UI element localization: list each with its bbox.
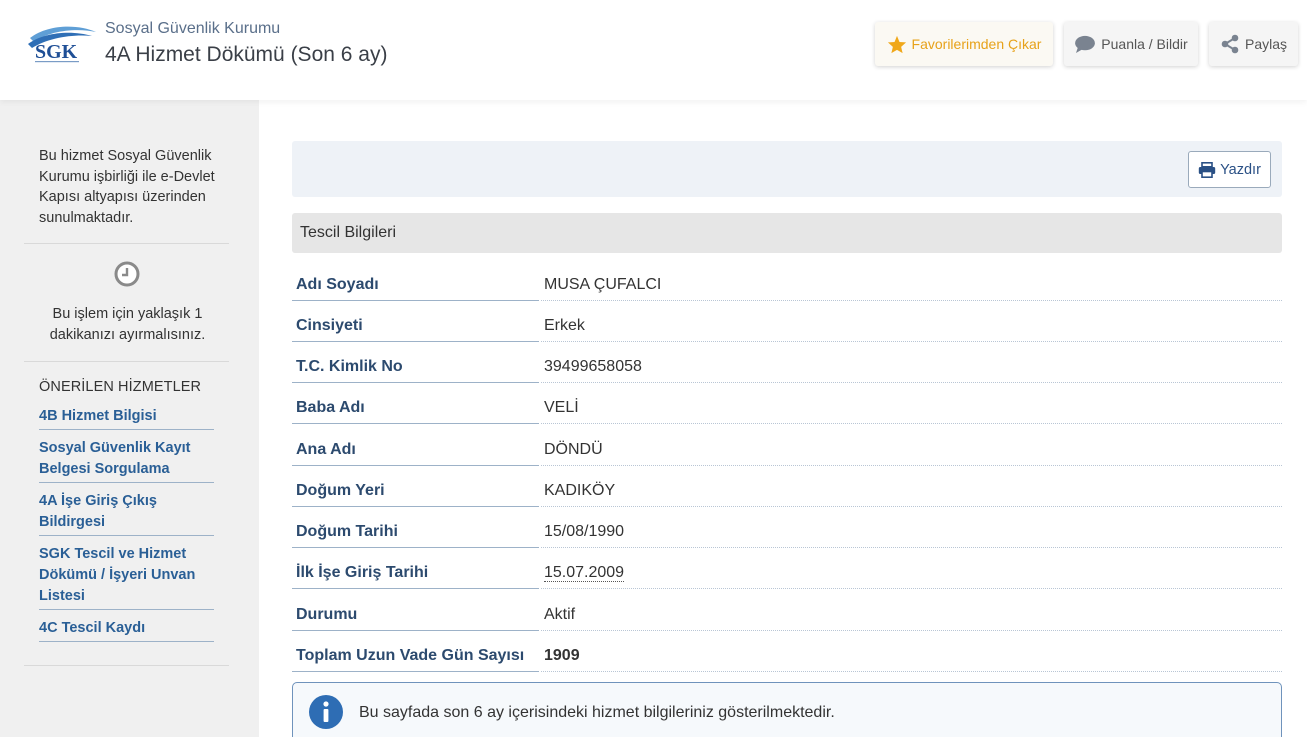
row-label: Doğum Yeri [292,466,539,507]
row-value: MUSA ÇUFALCI [541,260,1282,301]
row-value: 15.07.2009 [541,548,1282,589]
estimated-time-text: Bu işlem için yaklaşık 1 dakikanızı ayır… [49,306,206,343]
sidebar-divider [24,243,229,244]
remove-favorite-button[interactable]: Favorilerimden Çıkar [875,22,1053,66]
row-label: İlk İşe Giriş Tarihi [292,548,539,589]
rate-report-button[interactable]: Puanla / Bildir [1064,22,1198,66]
clock-icon [114,261,140,287]
sidebar-divider [24,665,229,666]
sidebar-link-kayit-belgesi[interactable]: Sosyal Güvenlik Kayıt Belgesi Sorgulama [39,438,214,483]
sidebar-link-tescil-hizmet-dokumu[interactable]: SGK Tescil ve Hizmet Dökümü / İşyeri Unv… [39,544,214,610]
recommended-services-heading: ÖNERİLEN HİZMETLER [39,379,202,395]
info-alert: Bu sayfada son 6 ay içerisindeki hizmet … [292,682,1282,737]
row-value: KADIKÖY [541,466,1282,507]
row-value: DÖNDÜ [541,425,1282,466]
page-title: 4A Hizmet Dökümü (Son 6 ay) [105,43,388,66]
info-row-first-employment-date: İlk İşe Giriş Tarihi 15.07.2009 [292,548,1282,589]
info-row-tc-no: T.C. Kimlik No 39499658058 [292,342,1282,383]
info-row-father-name: Baba Adı VELİ [292,383,1282,424]
share-label: Paylaş [1244,36,1288,52]
info-row-birth-date: Doğum Tarihi 15/08/1990 [292,507,1282,548]
row-value: VELİ [541,383,1282,424]
print-label: Yazdır [1220,161,1261,178]
star-icon [887,35,906,53]
row-value-text: 15.07.2009 [544,564,625,582]
info-icon [309,695,343,729]
info-row-mother-name: Ana Adı DÖNDÜ [292,425,1282,466]
service-info-text: Bu hizmet Sosyal Güvenlik Kurumu işbirli… [39,148,215,226]
remove-favorite-label: Favorilerimden Çıkar [911,36,1042,52]
sidebar: Bu hizmet Sosyal Güvenlik Kurumu işbirli… [0,100,259,737]
info-row-name: Adı Soyadı MUSA ÇUFALCI [292,260,1282,301]
share-icon [1221,34,1239,54]
section-header: Tescil Bilgileri [292,213,1282,253]
sidebar-divider [24,361,229,362]
sidebar-link-4b-hizmet[interactable]: 4B Hizmet Bilgisi [39,406,214,430]
print-button[interactable]: Yazdır [1188,151,1271,188]
section-title: Tescil Bilgileri [300,224,397,241]
row-value: 15/08/1990 [541,507,1282,548]
row-label: Adı Soyadı [292,260,539,301]
comment-icon [1075,35,1096,53]
sidebar-link-ise-giris-cikis[interactable]: 4A İşe Giriş Çıkış Bildirgesi [39,491,214,536]
info-row-total-days: Toplam Uzun Vade Gün Sayısı 1909 [292,631,1282,672]
share-button[interactable]: Paylaş [1209,22,1298,66]
page-header: SGK Sosyal Güvenlik Kurumu 4A Hizmet Dök… [0,0,1307,100]
row-value: Erkek [541,301,1282,342]
row-label: Toplam Uzun Vade Gün Sayısı [292,631,539,672]
row-label: Cinsiyeti [292,301,539,342]
printer-icon [1198,161,1216,178]
row-value: 1909 [541,631,1282,672]
svg-text:SGK: SGK [35,41,78,63]
row-label: Baba Adı [292,383,539,424]
row-value: Aktif [541,590,1282,631]
row-label: Durumu [292,590,539,631]
sgk-logo[interactable]: SGK [26,22,98,66]
info-row-birth-place: Doğum Yeri KADIKÖY [292,466,1282,507]
info-row-status: Durumu Aktif [292,590,1282,631]
organization-name: Sosyal Güvenlik Kurumu [105,20,281,37]
rate-report-label: Puanla / Bildir [1101,36,1188,52]
action-toolbar: Yazdır [292,141,1282,197]
row-label: T.C. Kimlik No [292,342,539,383]
row-label: Ana Adı [292,425,539,466]
row-value: 39499658058 [541,342,1282,383]
info-row-gender: Cinsiyeti Erkek [292,301,1282,342]
info-message: Bu sayfada son 6 ay içerisindeki hizmet … [359,704,835,721]
sidebar-link-4c-tescil[interactable]: 4C Tescil Kaydı [39,618,214,642]
row-label: Doğum Tarihi [292,507,539,548]
